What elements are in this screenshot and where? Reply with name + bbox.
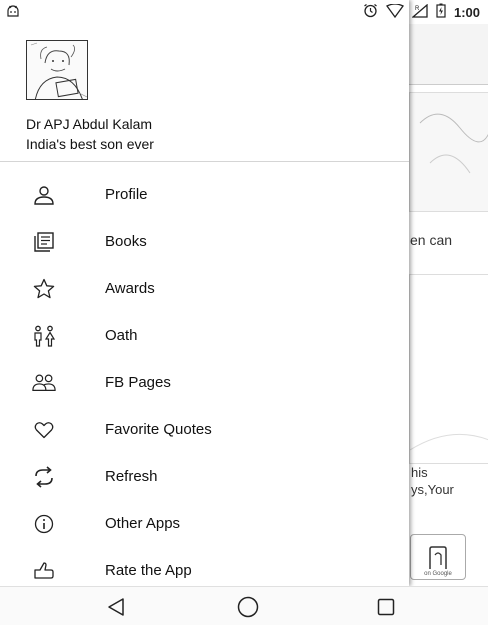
books-icon [32,230,56,254]
heart-icon [32,418,56,442]
header-tagline: India's best son ever [26,136,154,152]
status-bar: R 1:00 [0,0,488,24]
drawer-menu: Profile Books Awards Oath FB Pages Favor… [0,171,409,594]
people-pair-icon [32,324,56,348]
drawer-header: Dr APJ Abdul Kalam India's best son ever [0,24,409,162]
thumbs-up-icon [32,559,56,583]
signal-icon: R [411,3,428,21]
screen: R 1:00 en can his ys,Your on Google Dr A… [0,0,488,625]
system-nav-bar [0,586,488,625]
status-time: 1:00 [453,4,480,20]
android-icon [6,4,20,20]
wifi-icon [385,2,404,21]
badge-text: on Google [424,571,452,577]
person-icon [32,183,56,207]
menu-item-other-apps[interactable]: Other Apps [0,500,409,547]
menu-label-fb-pages: FB Pages [105,374,171,391]
menu-label-favorite-quotes: Favorite Quotes [105,421,212,438]
menu-label-rate-the-app: Rate the App [105,562,192,579]
menu-item-favorite-quotes[interactable]: Favorite Quotes [0,406,409,453]
svg-text:R: R [415,6,420,12]
background-image [409,92,488,212]
group-icon [32,371,56,395]
background-text-fragment: en can [410,232,453,248]
menu-label-oath: Oath [105,327,138,344]
back-icon[interactable] [104,595,128,619]
navigation-drawer: Dr APJ Abdul Kalam India's best son ever… [0,0,409,586]
menu-label-other-apps: Other Apps [105,515,181,532]
menu-label-awards: Awards [105,280,155,297]
star-icon [32,277,56,301]
menu-item-refresh[interactable]: Refresh [0,453,409,500]
background-quote-fragment: his ys,Your [411,464,454,498]
refresh-icon [32,465,56,489]
menu-item-awards[interactable]: Awards [0,265,409,312]
alarm-icon [363,3,378,21]
google-play-badge[interactable]: on Google [410,534,466,580]
menu-label-books: Books [105,233,147,250]
info-icon [32,512,56,536]
background-app: en can his ys,Your on Google [409,24,488,586]
menu-item-profile[interactable]: Profile [0,171,409,218]
background-quote-line-2: ys,Your [411,482,454,497]
background-quote-line-1: his [411,465,428,480]
header-name: Dr APJ Abdul Kalam [26,116,153,132]
battery-icon [436,3,446,21]
background-card [409,274,488,464]
recents-icon[interactable] [374,595,398,619]
menu-label-refresh: Refresh [105,468,158,485]
avatar [26,40,88,100]
play-store-icon [429,546,447,569]
menu-item-books[interactable]: Books [0,218,409,265]
menu-item-fb-pages[interactable]: FB Pages [0,359,409,406]
home-icon[interactable] [236,595,260,619]
menu-item-oath[interactable]: Oath [0,312,409,359]
background-header [409,24,488,85]
menu-label-profile: Profile [105,186,148,203]
